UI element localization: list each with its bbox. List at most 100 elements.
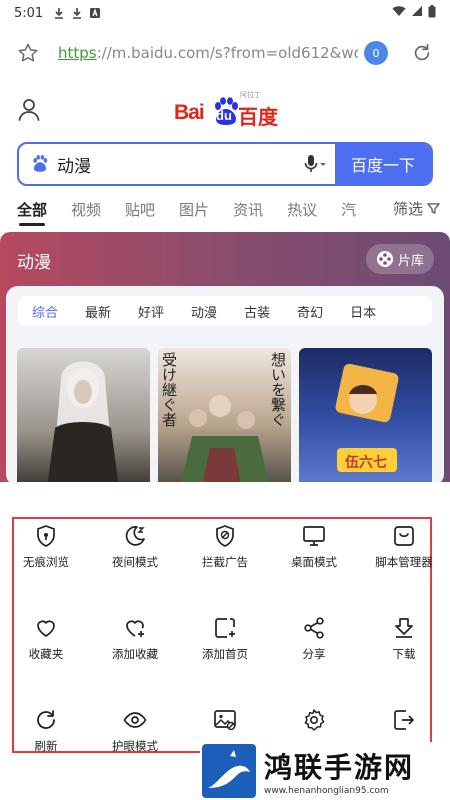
tab-news[interactable]: 资讯 [233, 199, 263, 220]
wifi-icon [392, 5, 406, 21]
menu-label: 夜间模式 [112, 555, 158, 569]
share-icon [304, 617, 324, 639]
address-bar: https://m.baidu.com/s?from=old612&wo... … [0, 30, 450, 76]
menu-settings[interactable] [270, 708, 358, 738]
result-category-tabs: 全部 视频 贴吧 图片 资讯 热议 汽 筛选 [0, 196, 450, 226]
menu-label: 分享 [302, 647, 326, 661]
reload-icon[interactable] [408, 39, 436, 67]
shield-lock-icon [37, 525, 55, 547]
script-icon [394, 526, 414, 546]
anime-poster-3[interactable]: 伍六七 [299, 348, 432, 482]
exit-icon [394, 710, 414, 730]
signal-icon [411, 5, 423, 21]
filter-icon [427, 203, 440, 214]
tab-tieba[interactable]: 贴吧 [125, 199, 155, 220]
status-time: 5:01 [14, 5, 44, 21]
battery-icon [428, 4, 436, 22]
bookmark-star-icon[interactable] [14, 39, 42, 67]
menu-add-homepage[interactable]: 添加首页 [181, 616, 269, 662]
anime-result-card: 动漫 片库 综合 最新 好评 动漫 古装 奇幻 日本 受け継ぐ者 想いを繋ぐ 伍… [0, 232, 450, 482]
search-button[interactable]: 百度一下 [335, 144, 431, 184]
download-icon [395, 618, 413, 638]
watermark-title: 鸿联手游网 [264, 751, 415, 784]
heart-icon [37, 620, 55, 637]
menu-night-mode[interactable]: 夜间模式 [91, 524, 179, 570]
film-reel-icon [376, 251, 393, 267]
ad-block-icon [216, 525, 234, 547]
menu-favorites[interactable]: 收藏夹 [2, 616, 90, 662]
tab-count-badge[interactable]: 0 [364, 41, 388, 65]
logo-subtext: 阿拉丁 [240, 91, 261, 99]
menu-ad-block[interactable]: 拦截广告 [181, 524, 269, 570]
tab-video[interactable]: 视频 [71, 199, 101, 220]
image-off-icon [214, 710, 236, 731]
menu-label: 脚本管理器 [375, 555, 433, 569]
monitor-icon [303, 526, 325, 546]
refresh-icon [37, 710, 55, 729]
menu-label: 拦截广告 [202, 555, 248, 569]
poster-2-tagline-2: 想いを繋ぐ [269, 352, 287, 427]
menu-refresh[interactable]: 刷新 [2, 708, 90, 754]
download-notification-icon [71, 7, 83, 19]
chip-costume[interactable]: 古装 [244, 302, 270, 321]
menu-label: 下载 [392, 647, 416, 661]
chip-anime[interactable]: 动漫 [191, 302, 217, 321]
tab-images[interactable]: 图片 [179, 199, 209, 220]
filter-label: 筛选 [392, 200, 423, 218]
card-title: 动漫 [17, 253, 51, 273]
voice-search-icon[interactable] [295, 144, 335, 184]
menu-download[interactable]: 下载 [360, 616, 448, 662]
chip-comprehensive[interactable]: 综合 [32, 302, 58, 321]
genre-chips: 综合 最新 好评 动漫 古装 奇幻 日本 [18, 296, 432, 326]
menu-exit[interactable] [360, 708, 448, 738]
url-text: ://m.baidu.com/s?from=old612&wo... [96, 44, 358, 62]
watermark-logo-icon [202, 744, 256, 798]
download-notification-icon [53, 7, 65, 19]
menu-share[interactable]: 分享 [270, 616, 358, 662]
logo-bai: Bai [174, 101, 205, 124]
tab-discussion[interactable]: 热议 [287, 199, 317, 220]
status-bar: 5:01 [0, 0, 450, 26]
chip-japan[interactable]: 日本 [350, 302, 376, 321]
moon-icon [125, 526, 145, 546]
menu-label: 桌面模式 [291, 555, 337, 569]
anime-poster-2[interactable]: 受け継ぐ者 想いを繋ぐ [158, 348, 291, 482]
add-home-icon [215, 618, 235, 638]
logo-cn: 百度 [238, 105, 278, 129]
film-library-label: 片库 [397, 253, 424, 269]
search-box: 动漫 百度一下 [17, 142, 433, 186]
poster-2-tagline-1: 受け継ぐ者 [160, 352, 178, 427]
search-paw-icon [19, 144, 53, 184]
eye-icon [123, 712, 147, 728]
poster-3-title: 伍六七 [345, 455, 387, 471]
poster-1-art [47, 361, 119, 482]
menu-label: 护眼模式 [112, 739, 158, 753]
tab-all[interactable]: 全部 [17, 199, 47, 226]
baidu-logo: Bai du 阿拉丁 百度 [174, 91, 284, 129]
menu-desktop-mode[interactable]: 桌面模式 [270, 524, 358, 570]
logo-du: du [216, 108, 232, 123]
menu-add-favorite[interactable]: 添加收藏 [91, 616, 179, 662]
chip-top-rated[interactable]: 好评 [138, 302, 164, 321]
watermark-url: www.henanhonglian95.com [264, 786, 389, 796]
anime-poster-1[interactable] [17, 348, 150, 482]
status-right [392, 4, 436, 22]
menu-script-manager[interactable]: 脚本管理器 [360, 524, 448, 570]
film-library-button[interactable]: 片库 [365, 244, 434, 274]
menu-eye-care[interactable]: 护眼模式 [91, 708, 179, 754]
filter-button[interactable]: 筛选 [384, 198, 440, 219]
chip-latest[interactable]: 最新 [85, 302, 111, 321]
menu-label: 无痕浏览 [23, 555, 69, 569]
menu-label: 添加首页 [202, 647, 248, 661]
menu-no-image[interactable] [181, 708, 269, 738]
url-field[interactable]: https://m.baidu.com/s?from=old612&wo... [58, 44, 358, 62]
menu-label: 收藏夹 [28, 647, 64, 661]
tab-car[interactable]: 汽 [341, 199, 356, 220]
chip-fantasy[interactable]: 奇幻 [297, 302, 323, 321]
search-input[interactable]: 动漫 [53, 144, 295, 184]
menu-incognito[interactable]: 无痕浏览 [2, 524, 90, 570]
user-avatar-icon[interactable] [16, 96, 42, 122]
heart-plus-icon [126, 620, 144, 637]
app-notification-icon [89, 7, 101, 19]
url-scheme: https [58, 44, 97, 62]
